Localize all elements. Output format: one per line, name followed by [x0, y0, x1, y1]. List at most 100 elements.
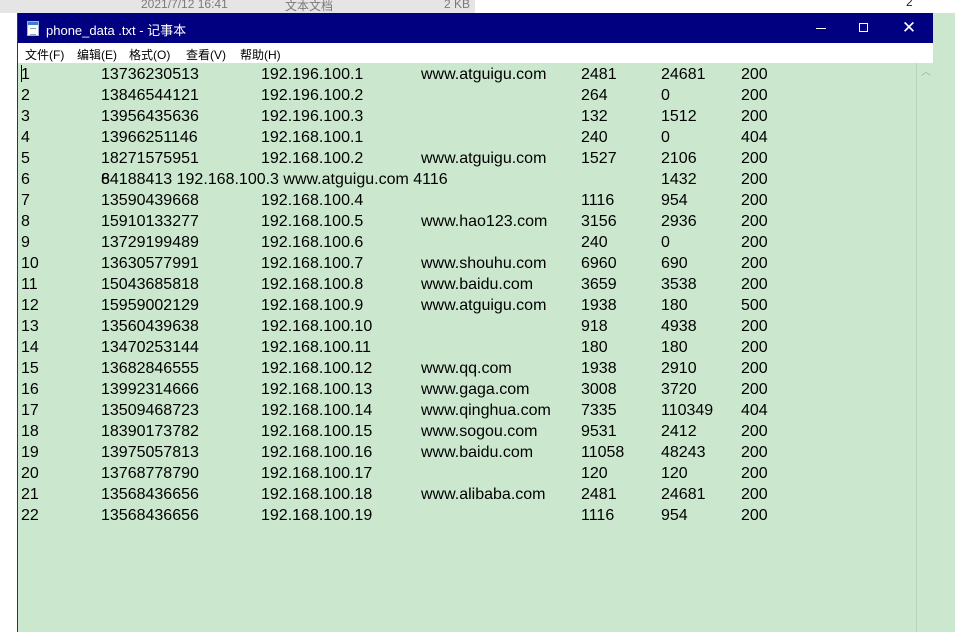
line-field: 1116 — [581, 507, 615, 524]
line-field: 132 — [581, 108, 608, 125]
line-field: 240 — [581, 234, 608, 251]
vertical-scrollbar[interactable]: ︿ — [916, 63, 933, 632]
explorer-file-row[interactable]: 2021/7/12 16:41 文本文档 2 KB 2 — [0, 0, 955, 13]
line-field: 192.168.100.7 — [261, 255, 364, 272]
maximize-button[interactable] — [841, 13, 887, 43]
line-field: 15959002129 — [101, 297, 199, 314]
text-line[interactable]: 4 13966251146 192.168.100.1 240 0 404 — [17, 127, 916, 148]
text-line[interactable]: 18 18390173782 192.168.100.15 www.sogou.com… — [17, 421, 916, 442]
text-line[interactable]: 16 13992314666 192.168.100.13 www.gaga.com 3… — [17, 379, 916, 400]
line-field: 200 — [741, 360, 768, 377]
line-field: 13736230513 — [101, 66, 199, 83]
text-line[interactable]: 14 13470253144 192.168.100.11 180 180 200 — [17, 337, 916, 358]
line-field: 2936 — [661, 213, 697, 230]
line-field: 200 — [741, 339, 768, 356]
line-field: 200 — [741, 381, 768, 398]
line-field: 84188413 192.168.100.3 www.atguigu.com 4… — [101, 171, 448, 188]
text-line[interactable]: 10 13630577991 192.168.100.7 www.shouhu.com… — [17, 253, 916, 274]
line-field: 20 — [21, 465, 39, 482]
text-line[interactable]: 3 13956435636 192.196.100.3 132 1512 200 — [17, 106, 916, 127]
line-field: 180 — [661, 297, 688, 314]
line-field: 14 — [21, 339, 39, 356]
text-line[interactable]: 19 13975057813 192.168.100.16 www.baidu.com… — [17, 442, 916, 463]
text-line[interactable]: 13 13560439638 192.168.100.10 918 4938 200 — [17, 316, 916, 337]
line-field: 3156 — [581, 213, 617, 230]
text-line[interactable]: 1 13736230513 192.196.100.1 www.atguigu.com… — [17, 64, 916, 85]
line-field: 180 — [661, 339, 688, 356]
text-line[interactable]: 15 13682846555 192.168.100.12 www.qq.com 193… — [17, 358, 916, 379]
line-field: 3659 — [581, 276, 617, 293]
minimize-icon — [816, 28, 826, 29]
line-field: 3 — [21, 108, 30, 125]
menu-help[interactable]: 帮助(H) — [240, 46, 281, 63]
line-field: 11 — [21, 276, 38, 293]
line-field: 1938 — [581, 360, 617, 377]
line-field: 13682846555 — [101, 360, 199, 377]
line-field: 110349 — [661, 402, 714, 419]
scroll-up-arrow-icon[interactable]: ︿ — [921, 68, 931, 78]
line-field: www.baidu.com — [421, 276, 534, 293]
line-field: 192.196.100.3 — [261, 108, 364, 125]
background-window-edge — [933, 13, 955, 632]
menu-file[interactable]: 文件(F) — [25, 46, 64, 63]
maximize-icon — [859, 23, 868, 32]
close-button[interactable]: ✕ — [886, 13, 932, 43]
line-field: 11058 — [581, 444, 625, 461]
text-line[interactable]: 6 6 84188413 192.168.100.3 www.atguigu.com… — [17, 169, 916, 190]
line-field: www.hao123.com — [421, 213, 548, 230]
line-field: 192.168.100.15 — [261, 423, 373, 440]
menu-edit[interactable]: 编辑(E) — [77, 46, 117, 63]
line-field: 17 — [21, 402, 39, 419]
line-field: 500 — [741, 297, 768, 314]
line-field: 200 — [741, 486, 768, 503]
line-field: 13966251146 — [101, 129, 198, 146]
line-field: 13975057813 — [101, 444, 199, 461]
text-line[interactable]: 5 18271575951 192.168.100.2 www.atguigu.com… — [17, 148, 916, 169]
text-line[interactable]: 22 13568436656 192.168.100.19 1116 954 200 — [17, 505, 916, 526]
line-field: 24681 — [661, 486, 706, 503]
line-field: 10 — [21, 255, 39, 272]
text-line[interactable]: 17 13509468723 192.168.100.14 www.qinghua.c… — [17, 400, 916, 421]
text-editor-area[interactable]: 1 13736230513 192.196.100.1 www.atguigu.com… — [17, 63, 916, 632]
text-line[interactable]: 8 15910133277 192.168.100.5 www.hao123.com 3… — [17, 211, 916, 232]
line-field: 21 — [21, 486, 39, 503]
line-field: 954 — [661, 507, 688, 524]
line-field: 200 — [741, 87, 768, 104]
line-field: 18271575951 — [101, 150, 199, 167]
menu-view[interactable]: 查看(V) — [186, 46, 226, 63]
line-field: 192.168.100.19 — [261, 507, 373, 524]
notepad-icon[interactable] — [27, 21, 39, 36]
text-line[interactable]: 12 15959002129 192.168.100.9 www.atguigu.co… — [17, 295, 916, 316]
line-field: www.alibaba.com — [421, 486, 546, 503]
line-field: www.atguigu.com — [421, 66, 547, 83]
line-field: 1116 — [581, 192, 615, 209]
menu-bar: 文件(F) 编辑(E) 格式(O) 查看(V) 帮助(H) — [17, 43, 933, 63]
line-field: 1938 — [581, 297, 617, 314]
line-number: 6 — [21, 171, 30, 188]
line-field: 200 — [741, 234, 768, 251]
line-field: www.shouhu.com — [421, 255, 547, 272]
title-bar[interactable]: phone_data .txt - 记事本 ✕ — [17, 13, 933, 43]
text-line[interactable]: 2 13846544121 192.196.100.2 264 0 200 — [17, 85, 916, 106]
line-field: 7 — [21, 192, 30, 209]
notepad-window[interactable]: phone_data .txt - 记事本 ✕ 文件(F) 编辑(E) 格式(O… — [17, 13, 933, 632]
text-line[interactable]: 11 15043685818 192.168.100.8 www.baidu.com 3… — [17, 274, 916, 295]
line-field: 192.168.100.4 — [261, 192, 364, 209]
line-field: 192.196.100.2 — [261, 87, 364, 104]
explorer-row-background[interactable]: 2021/7/12 16:41 文本文档 2 KB — [0, 0, 475, 13]
text-line[interactable]: 9 13729199489 192.168.100.6 240 0 200 — [17, 232, 916, 253]
line-field: www.qq.com — [421, 360, 512, 377]
file-size: 2 KB — [444, 0, 471, 11]
line-field: 3720 — [661, 381, 697, 398]
menu-format[interactable]: 格式(O) — [129, 46, 170, 63]
text-line[interactable]: 20 13768778790 192.168.100.17 120 120 200 — [17, 463, 916, 484]
line-field: 1 — [21, 66, 30, 83]
line-field: 2106 — [661, 150, 697, 167]
minimize-button[interactable] — [799, 13, 845, 43]
line-field: 13470253144 — [101, 339, 199, 356]
line-field: 918 — [581, 318, 608, 335]
text-line[interactable]: 21 13568436656 192.168.100.18 www.alibaba.c… — [17, 484, 916, 505]
text-line[interactable]: 7 13590439668 192.168.100.4 1116 954 200 — [17, 190, 916, 211]
line-field: www.gaga.com — [421, 381, 530, 398]
line-field: 9531 — [581, 423, 617, 440]
